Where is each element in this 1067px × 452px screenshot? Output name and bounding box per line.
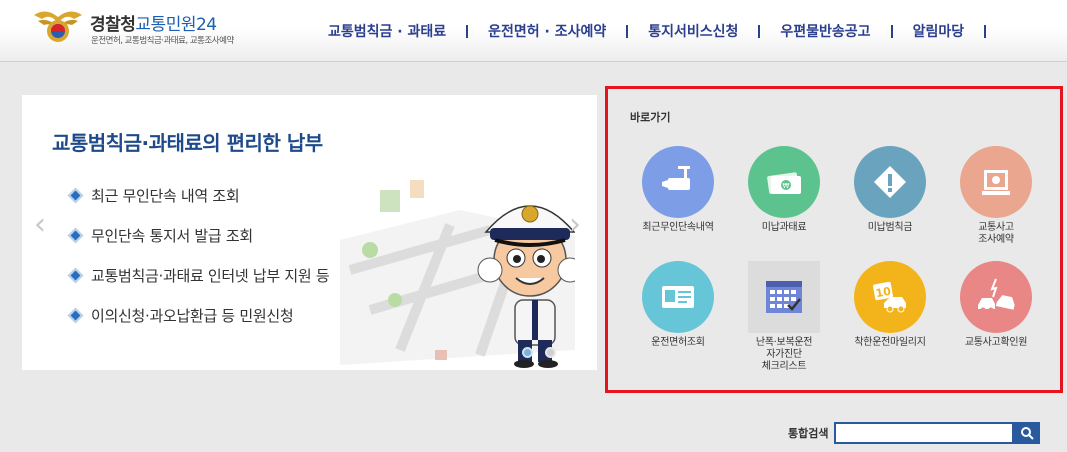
quick-link-label: 최근무인단속내역 (642, 222, 714, 233)
license-card-icon (662, 286, 694, 308)
quick-link-label: 미납과태료 (761, 222, 807, 233)
cctv-camera-icon (662, 166, 690, 190)
nav-notice[interactable]: 알림마당 (893, 21, 985, 41)
car-crash-icon (978, 278, 1015, 313)
quick-icon-circle (642, 146, 714, 218)
banner-list-item: 무인단속 통지서 발급 조회 (67, 215, 329, 255)
logo-service-text: 교통민원24 (135, 15, 217, 35)
quick-link-unpaid-penalty[interactable]: ₩ 미납과태료 (729, 146, 839, 234)
diamond-bullet-icon (67, 227, 84, 243)
quick-links-panel: 바로가기 최근무인단속내역 ₩ 미납과태료 미납범칙금 교통사고 조사예약 운전… (605, 86, 1063, 393)
quick-link-aggressive-driving-checklist[interactable]: 난폭·보복운전 자가진단 체크리스트 (729, 261, 839, 373)
quick-link-label: 착한운전마일리지 (854, 337, 926, 348)
quick-link-label: 난폭·보복운전 자가진단 체크리스트 (755, 337, 813, 372)
nav-divider (984, 24, 987, 38)
quick-icon-circle (854, 146, 926, 218)
computer-icon (982, 170, 1010, 195)
quick-link-accident-appointment[interactable]: 교통사고 조사예약 (941, 146, 1051, 246)
nav-fines[interactable]: 교통범칙금 · 과태료 (308, 21, 466, 41)
quick-link-good-driving-mileage[interactable]: 10 착한운전마일리지 (835, 261, 945, 349)
quick-icon-square (748, 261, 820, 333)
search-input[interactable] (834, 422, 1015, 444)
banner-pagination (522, 347, 556, 358)
nav-notification[interactable]: 통지서비스신청 (628, 21, 758, 41)
quick-icon-circle (642, 261, 714, 333)
logo-subtitle: 운전면허, 교통범칙금·과태료, 교통조사예약 (91, 36, 234, 46)
police-mascot-illustration (340, 180, 575, 368)
banner-list-item: 최근 무인단속 내역 조회 (67, 175, 329, 215)
banner-item-text: 무인단속 통지서 발급 조회 (91, 226, 253, 245)
banner-title: 교통범칙금·과태료의 편리한 납부 (52, 131, 323, 155)
quick-link-accident-certificate[interactable]: 교통사고확인원 (941, 261, 1051, 349)
banner-list: 최근 무인단속 내역 조회 무인단속 통지서 발급 조회 교통범칙금·과태료 인… (67, 175, 330, 335)
police-emblem-icon (34, 11, 82, 42)
banner-item-text: 최근 무인단속 내역 조회 (91, 186, 240, 205)
nav-returned-mail[interactable]: 우편물반송공고 (760, 21, 890, 41)
banner-list-item: 이의신청·과오납환급 등 민원신청 (67, 295, 329, 335)
diamond-bullet-icon (67, 307, 84, 323)
quick-link-label: 운전면허조회 (651, 337, 705, 348)
banner-page-dot[interactable] (522, 347, 533, 358)
warning-diamond-icon (874, 166, 906, 198)
quick-link-label: 교통사고 조사예약 (978, 222, 1014, 245)
logo-main-text: 경찰청 (90, 15, 136, 35)
search-button[interactable] (1014, 422, 1041, 444)
banner-prev-arrow-icon[interactable]: ‹ (30, 205, 50, 245)
quick-icon-circle (960, 146, 1032, 218)
site-logo[interactable]: 경찰청교통민원24 운전면허, 교통범칙금·과태료, 교통조사예약 (32, 5, 262, 49)
banner-list-item: 교통범칙금·과태료 인터넷 납부 지원 등 (67, 255, 330, 295)
quick-link-label: 교통사고확인원 (964, 337, 1028, 348)
banner-next-arrow-icon[interactable]: › (565, 205, 585, 245)
quick-links-title: 바로가기 (630, 111, 671, 124)
checklist-calendar-icon (766, 281, 802, 313)
svg-text:₩: ₩ (783, 182, 790, 190)
quick-link-unmanned-enforcement[interactable]: 최근무인단속내역 (623, 146, 733, 234)
quick-link-label: 미납범칙금 (867, 222, 913, 233)
quick-icon-circle: ₩ (748, 146, 820, 218)
banner-item-text: 이의신청·과오납환급 등 민원신청 (91, 306, 294, 325)
money-bill-icon: ₩ (767, 172, 801, 194)
banner-item-text: 교통범칙금·과태료 인터넷 납부 지원 등 (91, 266, 330, 285)
main-nav: 교통범칙금 · 과태료 운전면허 · 조사예약 통지서비스신청 우편물반송공고 … (308, 19, 987, 43)
diamond-bullet-icon (67, 187, 84, 203)
quick-link-unpaid-fine[interactable]: 미납범칙금 (835, 146, 945, 234)
logo-title: 경찰청교통민원24 (90, 10, 217, 35)
quick-icon-circle: 10 (854, 261, 926, 333)
mileage-10-icon: 10 (873, 281, 906, 313)
search-icon (1021, 427, 1035, 440)
search-label: 통합검색 (788, 427, 829, 440)
integrated-search: 통합검색 (788, 422, 1041, 444)
diamond-bullet-icon (67, 267, 84, 283)
quick-link-license-check[interactable]: 운전면허조회 (623, 261, 733, 349)
nav-license[interactable]: 운전면허 · 조사예약 (468, 21, 626, 41)
site-header: 경찰청교통민원24 운전면허, 교통범칙금·과태료, 교통조사예약 교통범칙금 … (0, 0, 1067, 62)
quick-icon-circle (960, 261, 1032, 333)
banner-page-dot[interactable] (545, 347, 556, 358)
promo-banner[interactable]: 교통범칙금·과태료의 편리한 납부 최근 무인단속 내역 조회 무인단속 통지서… (22, 95, 597, 370)
